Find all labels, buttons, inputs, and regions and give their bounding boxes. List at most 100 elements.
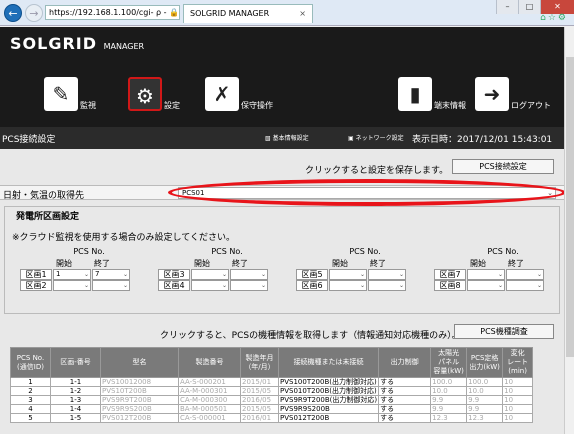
nav-logout[interactable]: ➜ ログアウト <box>475 77 551 115</box>
info-icon: ▧ <box>265 135 273 142</box>
area-settings-title: 発電所区画設定 <box>14 209 82 222</box>
page: SOLGRID MANAGER ✎ 監視 ⚙ 設定 ✗ 保守操作 ▮ 端末情報 ➜ ログア… <box>0 27 564 434</box>
area7-end-select[interactable]: ⌄ <box>506 269 544 280</box>
cell-no: 5 <box>10 413 51 423</box>
tools-icon: ✗ <box>205 77 239 111</box>
cell-area: 1-3 <box>50 395 101 405</box>
cell-panel[interactable]: 9.9 <box>430 395 468 405</box>
model-survey-note: クリックすると、PCSの機種情報を取得します（情報通知対応機種のみ）。 <box>160 331 461 341</box>
cell-model: PVS9R9T200B <box>100 395 179 405</box>
table-header-1: 区画-番号 <box>50 347 101 378</box>
cell-panel[interactable]: 12.3 <box>430 413 468 423</box>
cell-rated: 9.9 <box>466 404 504 414</box>
basic-settings-link[interactable]: ▧ 基本情報設定 <box>265 133 309 142</box>
cell-ctrl[interactable]: する <box>378 395 432 405</box>
cell-rated: 100.0 <box>466 377 504 387</box>
save-pcs-settings-button[interactable]: PCS接続設定 <box>452 159 554 174</box>
table-header-6: 出力制御 <box>378 347 432 378</box>
table-header-8: PCS定格 出力(kW) <box>466 347 504 378</box>
area1-start-select[interactable]: 1 ⌄ <box>53 269 91 280</box>
cell-conn: PVS100T200B(出力制御対応) <box>277 377 380 387</box>
cell-serial: AA-M-000301 <box>178 386 241 396</box>
area5-start-select[interactable]: ⌄ <box>329 269 367 280</box>
cell-ctrl[interactable]: する <box>378 404 432 414</box>
browser-tab[interactable]: SOLGRID MANAGER × <box>183 4 313 23</box>
cell-no: 1 <box>10 377 51 387</box>
table-header-0: PCS No. (通信ID) <box>10 347 51 378</box>
cell-rated: 9.9 <box>466 395 504 405</box>
table-header-4: 製造年月 （年/月） <box>240 347 279 378</box>
area6-end-select[interactable]: ⌄ <box>368 280 406 291</box>
network-icon: ▣ <box>348 135 356 142</box>
address-bar[interactable]: https://192.168.1.100/cgi- ρ - 🔒 C <box>45 5 180 20</box>
minimize-button[interactable]: – <box>496 0 518 14</box>
area2-end-select[interactable]: ⌄ <box>92 280 130 291</box>
maximize-button[interactable]: □ <box>518 0 540 14</box>
cell-conn: PVS010T200B(出力制御対応) <box>277 386 380 396</box>
cell-ctrl[interactable]: する <box>378 386 432 396</box>
cell-rated: 12.3 <box>466 413 504 423</box>
area1-end-select[interactable]: 7 ⌄ <box>92 269 130 280</box>
cell-ym: 2016/01 <box>240 413 279 423</box>
cell-panel[interactable]: 10.0 <box>430 386 468 396</box>
table-header-3: 製造番号 <box>178 347 241 378</box>
nav-terminal-info[interactable]: ▮ 端末情報 <box>398 77 466 115</box>
cell-rate[interactable]: 10 <box>502 386 534 396</box>
cell-ctrl[interactable]: する <box>378 377 432 387</box>
toolbar-icons[interactable]: ⌂☆⚙ <box>540 13 568 23</box>
table-row: 4 1-4 PVS9R9S200B BA-M-000501 2015/05 PVS9R9S… <box>10 404 534 414</box>
table-row: 2 1-2 PVS10T200B AA-M-000301 2015/05 PVS010T2… <box>10 386 534 396</box>
cell-panel[interactable]: 9.9 <box>430 404 468 414</box>
cell-conn: PVS9R9S200B <box>277 404 380 414</box>
area6-start-select[interactable]: ⌄ <box>329 280 367 291</box>
area-settings-note: ※クラウド監視を使用する場合のみ設定してください。 <box>12 233 236 243</box>
cell-rate[interactable]: 10 <box>502 413 534 423</box>
cell-area: 1-1 <box>50 377 101 387</box>
cell-rate[interactable]: 10 <box>502 404 534 414</box>
cell-serial: CA-M-000300 <box>178 395 241 405</box>
cell-area: 1-5 <box>50 413 101 423</box>
cell-conn: PVS9R9T200B(出力制御対応) <box>277 395 380 405</box>
cell-panel[interactable]: 100.0 <box>430 377 468 387</box>
cell-no: 2 <box>10 386 51 396</box>
network-settings-link[interactable]: ▣ ネットワーク設定 <box>348 133 404 142</box>
display-datetime: 表示日時：2017/12/01 15:43:01 <box>412 135 553 145</box>
area3-end-select[interactable]: ⌄ <box>230 269 268 280</box>
area5-end-select[interactable]: ⌄ <box>368 269 406 280</box>
area3-start-select[interactable]: ⌄ <box>191 269 229 280</box>
table-header-5: 接続機種または未接続 <box>277 347 380 378</box>
scrollbar[interactable] <box>564 27 574 434</box>
cell-ym: 2016/05 <box>240 395 279 405</box>
tab-close-icon[interactable]: × <box>299 5 306 23</box>
table-header-9: 変化 レート (min) <box>502 347 534 378</box>
area4-start-select[interactable]: ⌄ <box>191 280 229 291</box>
area8-start-select[interactable]: ⌄ <box>467 280 505 291</box>
nav-monitor[interactable]: ✎ 監視 <box>44 77 96 115</box>
cell-area: 1-4 <box>50 404 101 414</box>
area4-end-select[interactable]: ⌄ <box>230 280 268 291</box>
cell-ctrl[interactable]: する <box>378 413 432 423</box>
close-window-button[interactable]: ✕ <box>540 0 574 14</box>
cell-ym: 2015/05 <box>240 404 279 414</box>
cell-no: 4 <box>10 404 51 414</box>
model-survey-button[interactable]: PCS機種調査 <box>454 324 554 339</box>
cell-rate[interactable]: 10 <box>502 377 534 387</box>
cell-model: PVS10T200B <box>100 386 179 396</box>
area2-start-select[interactable]: ⌄ <box>53 280 91 291</box>
area7-start-select[interactable]: ⌄ <box>467 269 505 280</box>
logo: SOLGRID MANAGER <box>10 34 145 53</box>
area8-end-select[interactable]: ⌄ <box>506 280 544 291</box>
cell-model: PVS9R9S200B <box>100 404 179 414</box>
scrollbar-thumb[interactable] <box>566 57 574 357</box>
cell-rate[interactable]: 10 <box>502 395 534 405</box>
nav-maintenance[interactable]: ✗ 保守操作 <box>205 77 273 115</box>
tab-title: SOLGRID MANAGER <box>190 9 270 18</box>
forward-button[interactable]: → <box>25 4 43 22</box>
table-header-2: 型名 <box>100 347 179 378</box>
nav-settings[interactable]: ⚙ 設定 <box>128 77 180 115</box>
save-note: クリックすると設定を保存します。 <box>305 166 449 176</box>
back-button[interactable]: ← <box>4 4 22 22</box>
cell-serial: BA-M-000501 <box>178 404 241 414</box>
pcs-table: PCS No. (通信ID) 区画-番号 型名 製造番号 製造年月 （年/月） 接続機種ま… <box>10 347 534 423</box>
cell-serial: CA-S-000001 <box>178 413 241 423</box>
